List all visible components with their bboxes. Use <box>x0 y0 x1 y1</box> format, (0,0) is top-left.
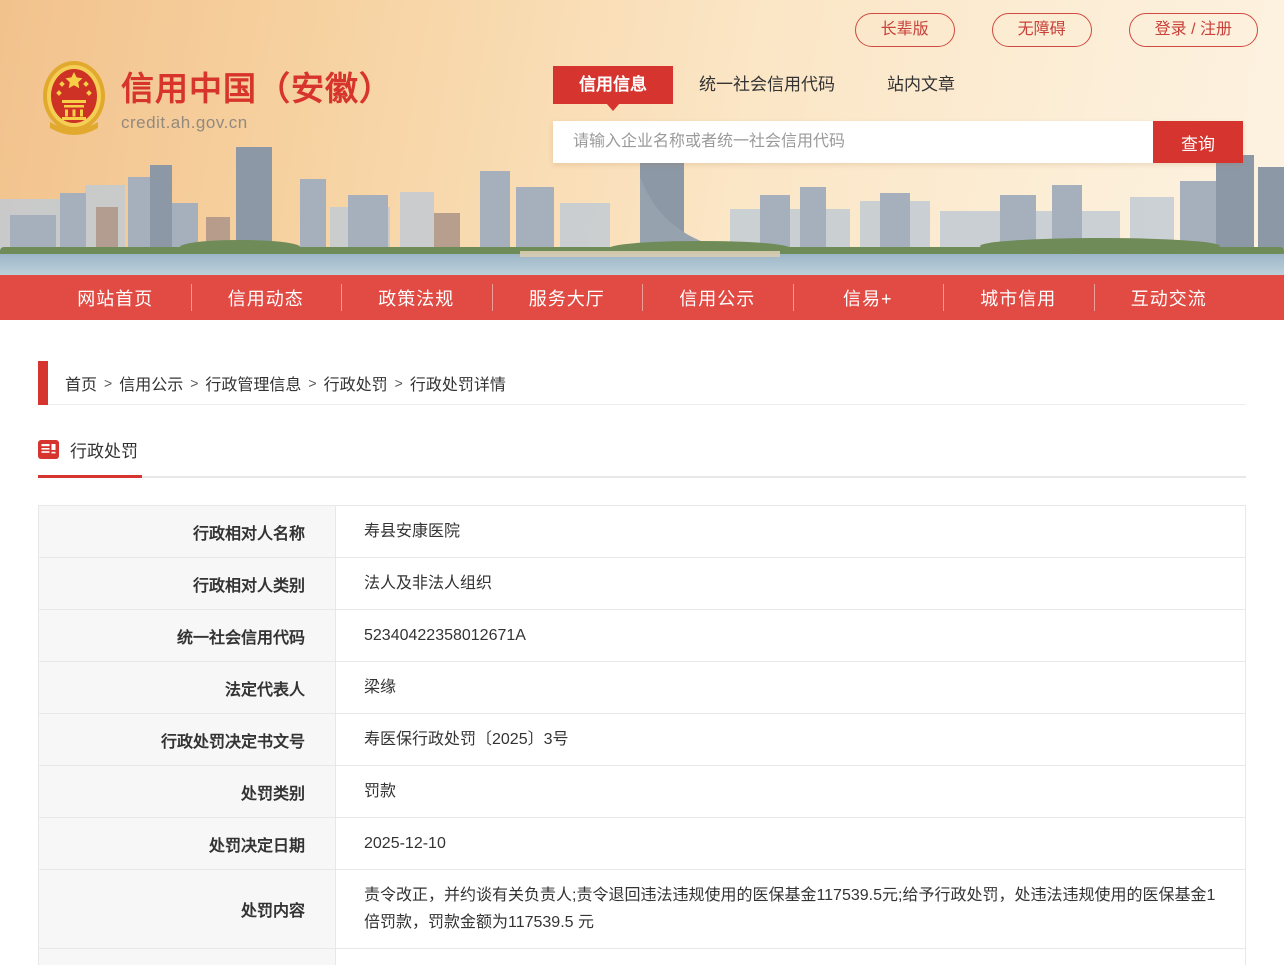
table-row: 法定代表人梁缘 <box>39 661 1245 713</box>
document-icon <box>38 439 59 460</box>
field-label: 处罚内容 <box>39 870 336 948</box>
topbar: 长辈版 无障碍 登录 / 注册 <box>855 13 1258 47</box>
search-tabs: 信用信息统一社会信用代码站内文章 <box>553 66 1243 104</box>
field-value: 法人及非法人组织 <box>336 558 1245 609</box>
search-button[interactable]: 查询 <box>1153 121 1243 163</box>
breadcrumb-item[interactable]: 首页 <box>65 371 97 395</box>
site-header: 长辈版无障碍登录 / 注册 信用中 <box>0 0 1284 275</box>
breadcrumb-item[interactable]: 行政处罚 <box>324 371 388 395</box>
tab-site-articles[interactable]: 站内文章 <box>861 66 981 104</box>
field-label: 罚款金额（万元） <box>39 949 336 965</box>
tab-credit-info[interactable]: 信用信息 <box>553 66 673 104</box>
field-value: 寿县安康医院 <box>336 506 1245 557</box>
breadcrumb-separator: > <box>104 375 112 391</box>
breadcrumb: 首页 > 信用公示 > 行政管理信息 > 行政处罚 > 行政处罚详情 <box>38 361 1246 405</box>
table-row: 统一社会信用代码52340422358012671A <box>39 609 1245 661</box>
nav-item-home[interactable]: 网站首页 <box>40 275 191 320</box>
field-value: 责令改正，并约谈有关负责人;责令退回违法违规使用的医保基金117539.5元;给… <box>336 870 1245 948</box>
breadcrumb-item[interactable]: 信用公示 <box>119 371 183 395</box>
login-register-button[interactable]: 登录 / 注册 <box>1129 13 1258 47</box>
site-title: 信用中国（安徽） <box>121 70 393 108</box>
table-row: 处罚类别罚款 <box>39 765 1245 817</box>
detail-table: 行政相对人名称寿县安康医院行政相对人类别法人及非法人组织统一社会信用代码5234… <box>38 505 1246 965</box>
nav-item-interaction[interactable]: 互动交流 <box>1094 275 1245 320</box>
table-row: 处罚决定日期2025-12-10 <box>39 817 1245 869</box>
breadcrumb-item[interactable]: 行政管理信息 <box>205 371 301 395</box>
table-row: 行政相对人类别法人及非法人组织 <box>39 557 1245 609</box>
table-row: 行政相对人名称寿县安康医院 <box>39 506 1245 557</box>
breadcrumb-separator: > <box>190 375 198 391</box>
field-label: 行政处罚决定书文号 <box>39 714 336 765</box>
field-value: 罚款 <box>336 766 1245 817</box>
main-nav: 网站首页信用动态政策法规服务大厅信用公示信易+城市信用互动交流 <box>0 275 1284 320</box>
field-label: 行政相对人类别 <box>39 558 336 609</box>
table-row: 行政处罚决定书文号寿医保行政处罚〔2025〕3号 <box>39 713 1245 765</box>
nav-item-credit-news[interactable]: 信用动态 <box>191 275 342 320</box>
page-main: 首页>信用公示>行政管理信息>行政处罚>行政处罚详情 行政处罚 行政相对人名称寿… <box>38 361 1246 965</box>
breadcrumb-separator: > <box>308 375 316 391</box>
nav-item-credit-publicity[interactable]: 信用公示 <box>642 275 793 320</box>
table-row: 罚款金额（万元）11.753950 <box>39 948 1245 965</box>
search-panel: 信用信息统一社会信用代码站内文章 查询 <box>553 66 1243 163</box>
breadcrumb-current: 行政处罚详情 <box>410 371 506 395</box>
field-value: 寿医保行政处罚〔2025〕3号 <box>336 714 1245 765</box>
field-label: 法定代表人 <box>39 662 336 713</box>
nav-item-service-hall[interactable]: 服务大厅 <box>492 275 643 320</box>
tab-unified-social-credit-code[interactable]: 统一社会信用代码 <box>673 66 861 104</box>
nav-item-city-credit[interactable]: 城市信用 <box>943 275 1094 320</box>
national-emblem-icon <box>40 58 108 138</box>
section-title: 行政处罚 <box>70 437 138 462</box>
nav-item-policies[interactable]: 政策法规 <box>341 275 492 320</box>
field-value: 11.753950 <box>336 949 1245 965</box>
search-bar: 查询 <box>553 121 1243 163</box>
field-label: 处罚类别 <box>39 766 336 817</box>
table-row: 处罚内容责令改正，并约谈有关负责人;责令退回违法违规使用的医保基金117539.… <box>39 869 1245 948</box>
site-domain: credit.ah.gov.cn <box>121 113 393 133</box>
field-label: 处罚决定日期 <box>39 818 336 869</box>
breadcrumb-separator: > <box>395 375 403 391</box>
accessibility-mode-button[interactable]: 无障碍 <box>992 13 1092 47</box>
field-value: 2025-12-10 <box>336 818 1245 869</box>
section-head: 行政处罚 <box>38 437 1246 478</box>
field-label: 行政相对人名称 <box>39 506 336 557</box>
field-value: 梁缘 <box>336 662 1245 713</box>
field-label: 统一社会信用代码 <box>39 610 336 661</box>
search-input[interactable] <box>553 121 1153 163</box>
nav-item-xinyi-plus[interactable]: 信易+ <box>793 275 944 320</box>
site-logo: 信用中国（安徽） credit.ah.gov.cn <box>40 58 393 138</box>
elder-version-button[interactable]: 长辈版 <box>855 13 955 47</box>
field-value: 52340422358012671A <box>336 610 1245 661</box>
